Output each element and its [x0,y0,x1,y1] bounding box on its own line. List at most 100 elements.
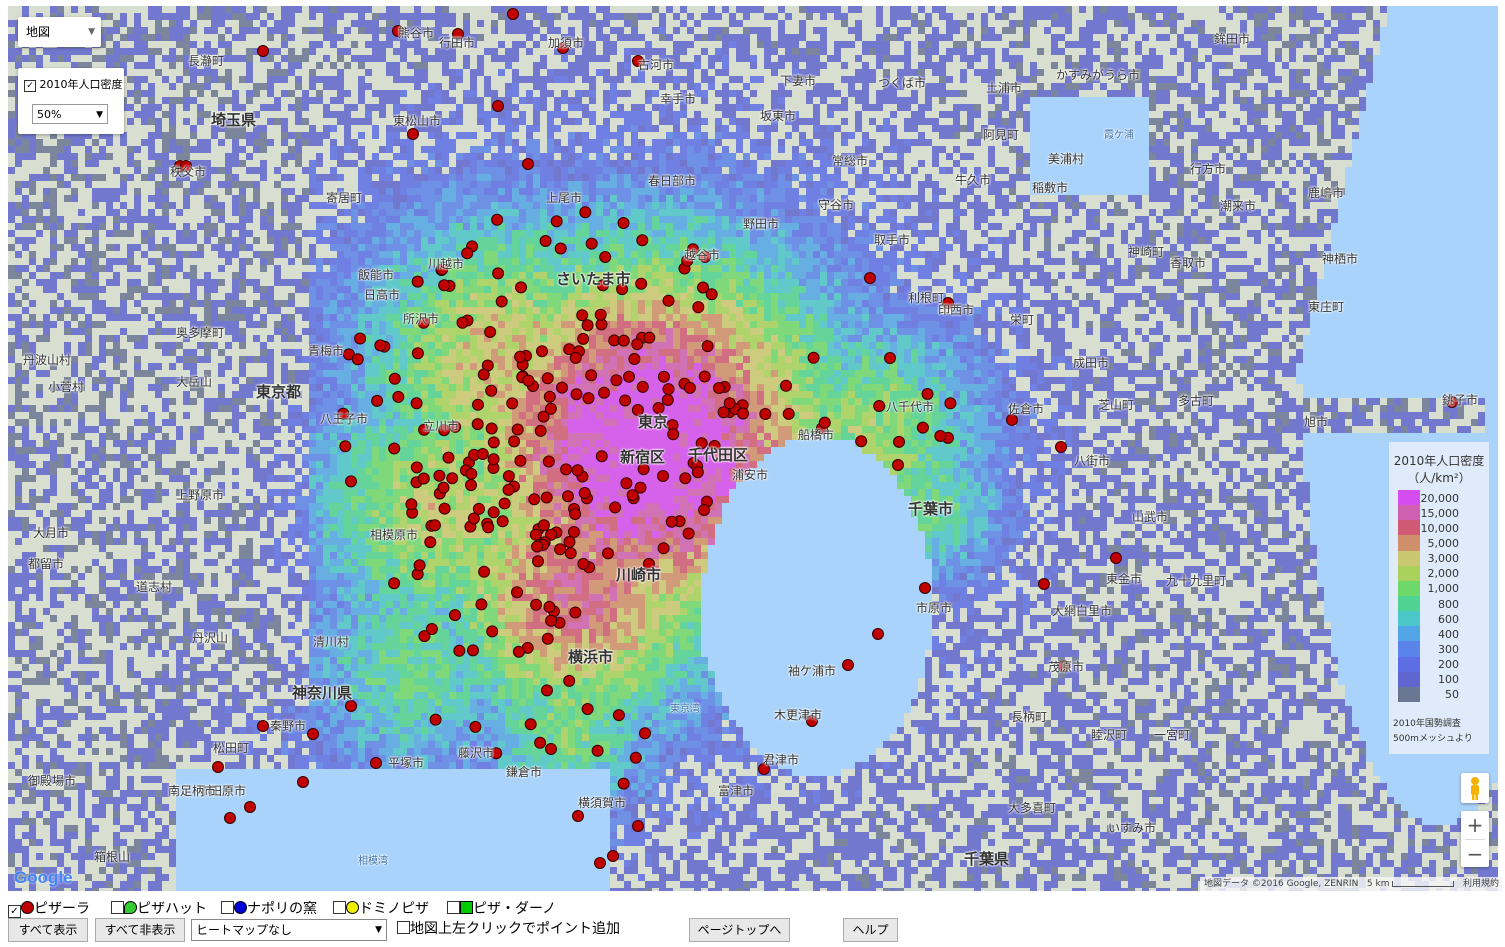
pizza-la-marker[interactable] [392,390,405,403]
pizza-la-marker[interactable] [581,703,594,715]
pizza-la-marker[interactable] [534,424,547,437]
pizza-la-marker[interactable] [554,242,567,255]
pizza-la-marker[interactable] [562,490,574,503]
pizza-la-marker[interactable] [617,334,630,347]
filter-4[interactable]: ピザ・ダーノ [447,898,556,918]
pizza-la-marker[interactable] [374,339,387,352]
pizza-la-marker[interactable] [515,281,527,294]
pizza-la-marker[interactable] [411,275,424,288]
pizza-la-marker[interactable] [872,628,884,640]
pizza-la-marker[interactable] [569,606,582,619]
pizza-la-marker[interactable] [599,251,612,263]
pizza-la-marker[interactable] [351,353,364,366]
pizza-la-marker[interactable] [723,397,736,410]
pizza-la-marker[interactable] [224,812,236,824]
pizza-la-marker[interactable] [564,547,577,560]
pizza-la-marker[interactable] [1055,441,1067,453]
pizza-la-marker[interactable] [257,720,269,732]
pizza-la-marker[interactable] [698,504,711,516]
pizza-la-marker[interactable] [628,353,641,365]
pizza-la-marker[interactable] [705,288,718,301]
pizza-la-marker[interactable] [661,394,674,406]
pizza-la-marker[interactable] [550,215,563,228]
pizza-la-marker[interactable] [698,370,711,383]
pizza-la-marker[interactable] [657,542,670,555]
pizza-la-marker[interactable] [417,472,430,485]
pizza-la-marker[interactable] [522,374,535,387]
pizza-la-marker[interactable] [632,820,644,832]
pizza-la-marker[interactable] [511,423,524,436]
pizza-la-marker[interactable] [667,428,680,441]
pizza-la-marker[interactable] [864,272,876,284]
pizza-la-marker[interactable] [471,418,484,431]
pizza-la-marker[interactable] [643,331,656,344]
pizza-la-marker[interactable] [467,512,480,525]
pizza-la-marker[interactable] [529,528,542,541]
pizza-la-marker[interactable] [582,392,595,405]
street-view-pegman-icon[interactable] [1461,773,1489,803]
pizza-la-marker[interactable] [636,234,649,247]
pizza-la-marker[interactable] [563,535,576,548]
pizza-la-marker[interactable] [636,380,649,393]
pizza-la-marker[interactable] [657,470,669,482]
pizza-la-marker[interactable] [472,398,484,411]
pizza-la-marker[interactable] [782,407,795,420]
pizza-la-marker[interactable] [446,472,459,485]
pizza-la-marker[interactable] [543,600,556,613]
pizza-la-marker[interactable] [492,100,504,112]
pizza-la-marker[interactable] [683,381,696,394]
pizza-la-marker[interactable] [449,609,461,622]
filter-checkbox[interactable] [221,901,234,914]
map-canvas[interactable]: 埼玉県 さいたま市 東京 新宿区 千代田区 川崎市 横浜市 千葉市 千葉県 神奈川県 東京都 相模原市… [8,6,1498,891]
pizza-la-marker[interactable] [701,340,714,353]
pizza-la-marker[interactable] [487,436,500,449]
pizza-la-marker[interactable] [619,394,632,407]
pizza-la-marker[interactable] [511,586,523,599]
pizza-la-marker[interactable] [594,308,607,321]
pizza-la-marker[interactable] [541,684,553,697]
pizza-la-marker[interactable] [539,235,552,247]
pizza-la-marker[interactable] [842,659,854,671]
pizza-la-marker[interactable] [541,632,554,645]
pizza-la-marker[interactable] [571,464,584,477]
pizza-la-marker[interactable] [545,743,557,755]
pizza-la-marker[interactable] [492,267,505,280]
pizza-la-marker[interactable] [919,582,931,594]
pizza-la-marker[interactable] [1110,552,1122,564]
filter-checkbox[interactable]: ✓ [8,905,21,918]
pizza-la-marker[interactable] [662,294,675,307]
pizza-la-marker[interactable] [780,379,792,392]
pizza-la-marker[interactable] [570,388,583,401]
pizza-la-marker[interactable] [556,381,568,394]
pizza-la-marker[interactable] [371,394,384,407]
pizza-la-marker[interactable] [639,727,651,740]
pizza-la-marker[interactable] [543,390,556,403]
pizza-la-marker[interactable] [568,526,580,538]
pizza-la-marker[interactable] [410,397,423,410]
pizza-la-marker[interactable] [508,435,521,448]
pizza-la-marker[interactable] [438,279,451,292]
pizza-la-marker[interactable] [554,543,567,556]
pizza-la-marker[interactable] [411,347,424,360]
pizza-la-marker[interactable] [502,483,515,496]
pizza-la-marker[interactable] [916,421,929,434]
pizza-la-marker[interactable] [405,498,418,511]
pizza-la-marker[interactable] [502,470,515,483]
pizza-la-marker[interactable] [485,384,498,397]
pizza-la-marker[interactable] [495,295,508,308]
pizza-la-marker[interactable] [532,555,544,568]
pizza-la-marker[interactable] [682,527,695,540]
pizza-la-marker[interactable] [544,402,557,415]
add-point-toggle[interactable]: 地図上左クリックでポイント追加 [397,918,620,938]
pizza-la-marker[interactable] [569,351,582,364]
pizza-la-marker[interactable] [531,540,544,553]
pizza-la-marker[interactable] [598,386,611,399]
terms-link[interactable]: 利用規約 [1463,879,1499,889]
pizza-la-marker[interactable] [609,501,622,514]
pizza-la-marker[interactable] [595,450,608,463]
pizza-la-marker[interactable] [482,521,495,534]
pizza-la-marker[interactable] [607,850,619,862]
pizza-la-marker[interactable] [610,374,623,387]
pizza-la-marker[interactable] [893,435,905,448]
pizza-la-marker[interactable] [577,332,590,345]
